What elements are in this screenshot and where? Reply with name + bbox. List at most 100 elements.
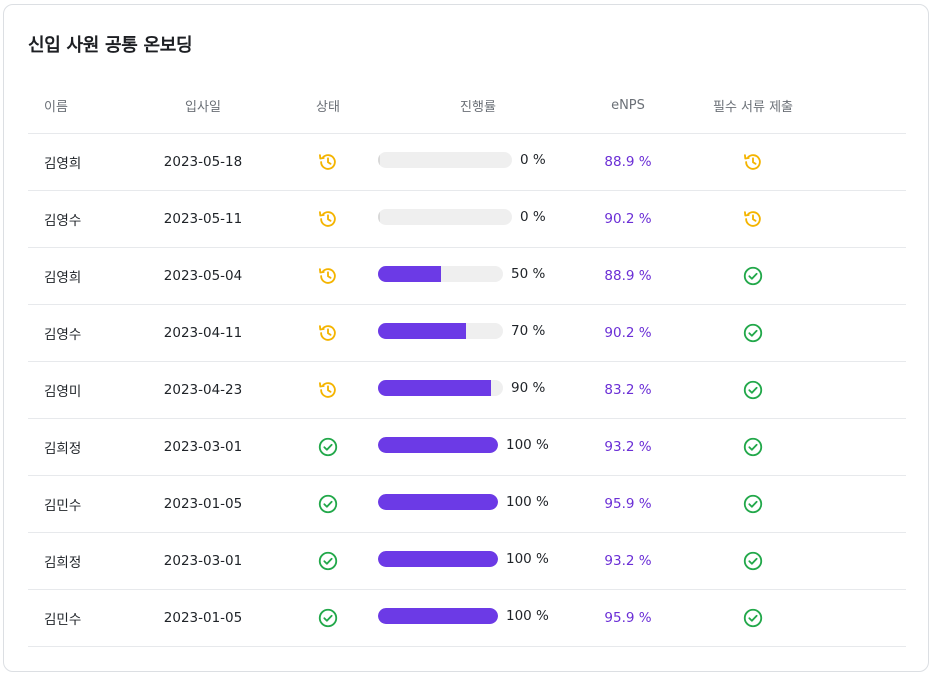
table-header-row: 이름 입사일 상태 진행률 eNPS 필수 서류 제출 환영 bbox=[28, 77, 906, 134]
progress-indicator: 0 % bbox=[378, 209, 546, 225]
enps-value: 88.9 % bbox=[578, 133, 678, 191]
progress-cell: 0 % bbox=[378, 190, 578, 248]
join-date: 2023-01-05 bbox=[128, 475, 278, 533]
progress-bar bbox=[378, 551, 498, 567]
progress-indicator: 0 % bbox=[378, 152, 546, 168]
join-date: 2023-05-18 bbox=[128, 133, 278, 191]
employee-name: 김영수 bbox=[28, 190, 128, 248]
column-header-enps[interactable]: eNPS bbox=[578, 77, 678, 134]
progress-indicator: 100 % bbox=[378, 494, 549, 510]
check-icon bbox=[317, 436, 339, 458]
enps-value: 90.2 % bbox=[578, 304, 678, 362]
enps-value: 90.2 % bbox=[578, 190, 678, 248]
pending-icon bbox=[317, 151, 339, 173]
welcome-cell bbox=[828, 361, 906, 419]
employee-name: 김희정 bbox=[28, 532, 128, 590]
enps-value: 83.2 % bbox=[578, 361, 678, 419]
progress-bar-fill bbox=[378, 437, 498, 453]
pending-icon bbox=[317, 322, 339, 344]
check-icon bbox=[742, 493, 764, 515]
progress-percent: 100 % bbox=[506, 437, 549, 453]
progress-percent: 0 % bbox=[520, 209, 546, 225]
progress-cell: 50 % bbox=[378, 247, 578, 305]
welcome-cell bbox=[828, 304, 906, 362]
table-scroll-area[interactable]: 이름 입사일 상태 진행률 eNPS 필수 서류 제출 환영 김영희2023-0… bbox=[28, 77, 906, 647]
progress-bar-fill bbox=[378, 551, 498, 567]
progress-indicator: 70 % bbox=[378, 323, 545, 339]
table-row[interactable]: 김영수 2023-04-11 70 % 90.2 % bbox=[28, 304, 906, 362]
progress-cell: 100 % bbox=[378, 475, 578, 533]
column-header-name[interactable]: 이름 bbox=[28, 77, 128, 134]
onboarding-table: 이름 입사일 상태 진행률 eNPS 필수 서류 제출 환영 김영희2023-0… bbox=[28, 77, 906, 647]
required-docs-cell bbox=[678, 361, 828, 419]
status-cell bbox=[278, 133, 378, 191]
welcome-cell bbox=[828, 247, 906, 305]
check-icon bbox=[742, 436, 764, 458]
required-docs-cell bbox=[678, 418, 828, 476]
required-docs-cell bbox=[678, 532, 828, 590]
progress-cell: 100 % bbox=[378, 418, 578, 476]
table-row[interactable]: 김영희 2023-05-18 0 % 88.9 % bbox=[28, 133, 906, 191]
check-icon bbox=[742, 322, 764, 344]
table-row[interactable]: 김희정 2023-03-01 100 % 93.2 % bbox=[28, 532, 906, 590]
enps-value: 95.9 % bbox=[578, 589, 678, 647]
progress-bar-fill bbox=[378, 152, 380, 168]
progress-bar bbox=[378, 209, 512, 225]
employee-name: 김민수 bbox=[28, 589, 128, 647]
progress-cell: 100 % bbox=[378, 589, 578, 647]
welcome-cell bbox=[828, 589, 906, 647]
progress-bar bbox=[378, 608, 498, 624]
employee-name: 김영미 bbox=[28, 361, 128, 419]
progress-bar bbox=[378, 494, 498, 510]
progress-cell: 100 % bbox=[378, 532, 578, 590]
table-row[interactable]: 김희정 2023-03-01 100 % 93.2 % bbox=[28, 418, 906, 476]
column-header-welcome[interactable]: 환영 bbox=[828, 77, 906, 134]
progress-bar bbox=[378, 437, 498, 453]
progress-percent: 100 % bbox=[506, 494, 549, 510]
employee-name: 김희정 bbox=[28, 418, 128, 476]
column-header-join-date[interactable]: 입사일 bbox=[128, 77, 278, 134]
pending-icon bbox=[742, 151, 764, 173]
progress-cell: 90 % bbox=[378, 361, 578, 419]
check-icon bbox=[317, 550, 339, 572]
required-docs-cell bbox=[678, 190, 828, 248]
status-cell bbox=[278, 532, 378, 590]
check-icon bbox=[742, 607, 764, 629]
progress-cell: 70 % bbox=[378, 304, 578, 362]
required-docs-cell bbox=[678, 475, 828, 533]
required-docs-cell bbox=[678, 133, 828, 191]
table-row[interactable]: 김민수 2023-01-05 100 % 95.9 % bbox=[28, 589, 906, 647]
column-header-required-docs[interactable]: 필수 서류 제출 bbox=[678, 77, 828, 134]
employee-name: 김영희 bbox=[28, 133, 128, 191]
progress-percent: 50 % bbox=[511, 266, 546, 282]
progress-indicator: 100 % bbox=[378, 551, 549, 567]
progress-indicator: 50 % bbox=[378, 266, 545, 282]
pending-icon bbox=[317, 265, 339, 287]
check-icon bbox=[742, 379, 764, 401]
progress-percent: 100 % bbox=[506, 608, 549, 624]
join-date: 2023-04-23 bbox=[128, 361, 278, 419]
progress-bar bbox=[378, 380, 503, 396]
enps-value: 95.9 % bbox=[578, 475, 678, 533]
progress-percent: 0 % bbox=[520, 152, 546, 168]
progress-bar-fill bbox=[378, 608, 498, 624]
welcome-cell bbox=[828, 532, 906, 590]
enps-value: 88.9 % bbox=[578, 247, 678, 305]
table-row[interactable]: 김영수 2023-05-11 0 % 90.2 % bbox=[28, 190, 906, 248]
pending-icon bbox=[317, 379, 339, 401]
join-date: 2023-03-01 bbox=[128, 532, 278, 590]
pending-icon bbox=[317, 208, 339, 230]
table-row[interactable]: 김민수 2023-01-05 100 % 95.9 % bbox=[28, 475, 906, 533]
column-header-status[interactable]: 상태 bbox=[278, 77, 378, 134]
status-cell bbox=[278, 247, 378, 305]
enps-value: 93.2 % bbox=[578, 532, 678, 590]
table-row[interactable]: 김영희 2023-05-04 50 % 88.9 % bbox=[28, 247, 906, 305]
table-row[interactable]: 김영미 2023-04-23 90 % 83.2 % bbox=[28, 361, 906, 419]
progress-indicator: 100 % bbox=[378, 437, 549, 453]
progress-bar bbox=[378, 323, 503, 339]
status-cell bbox=[278, 589, 378, 647]
status-cell bbox=[278, 475, 378, 533]
enps-value: 93.2 % bbox=[578, 418, 678, 476]
required-docs-cell bbox=[678, 589, 828, 647]
column-header-progress[interactable]: 진행률 bbox=[378, 77, 578, 134]
